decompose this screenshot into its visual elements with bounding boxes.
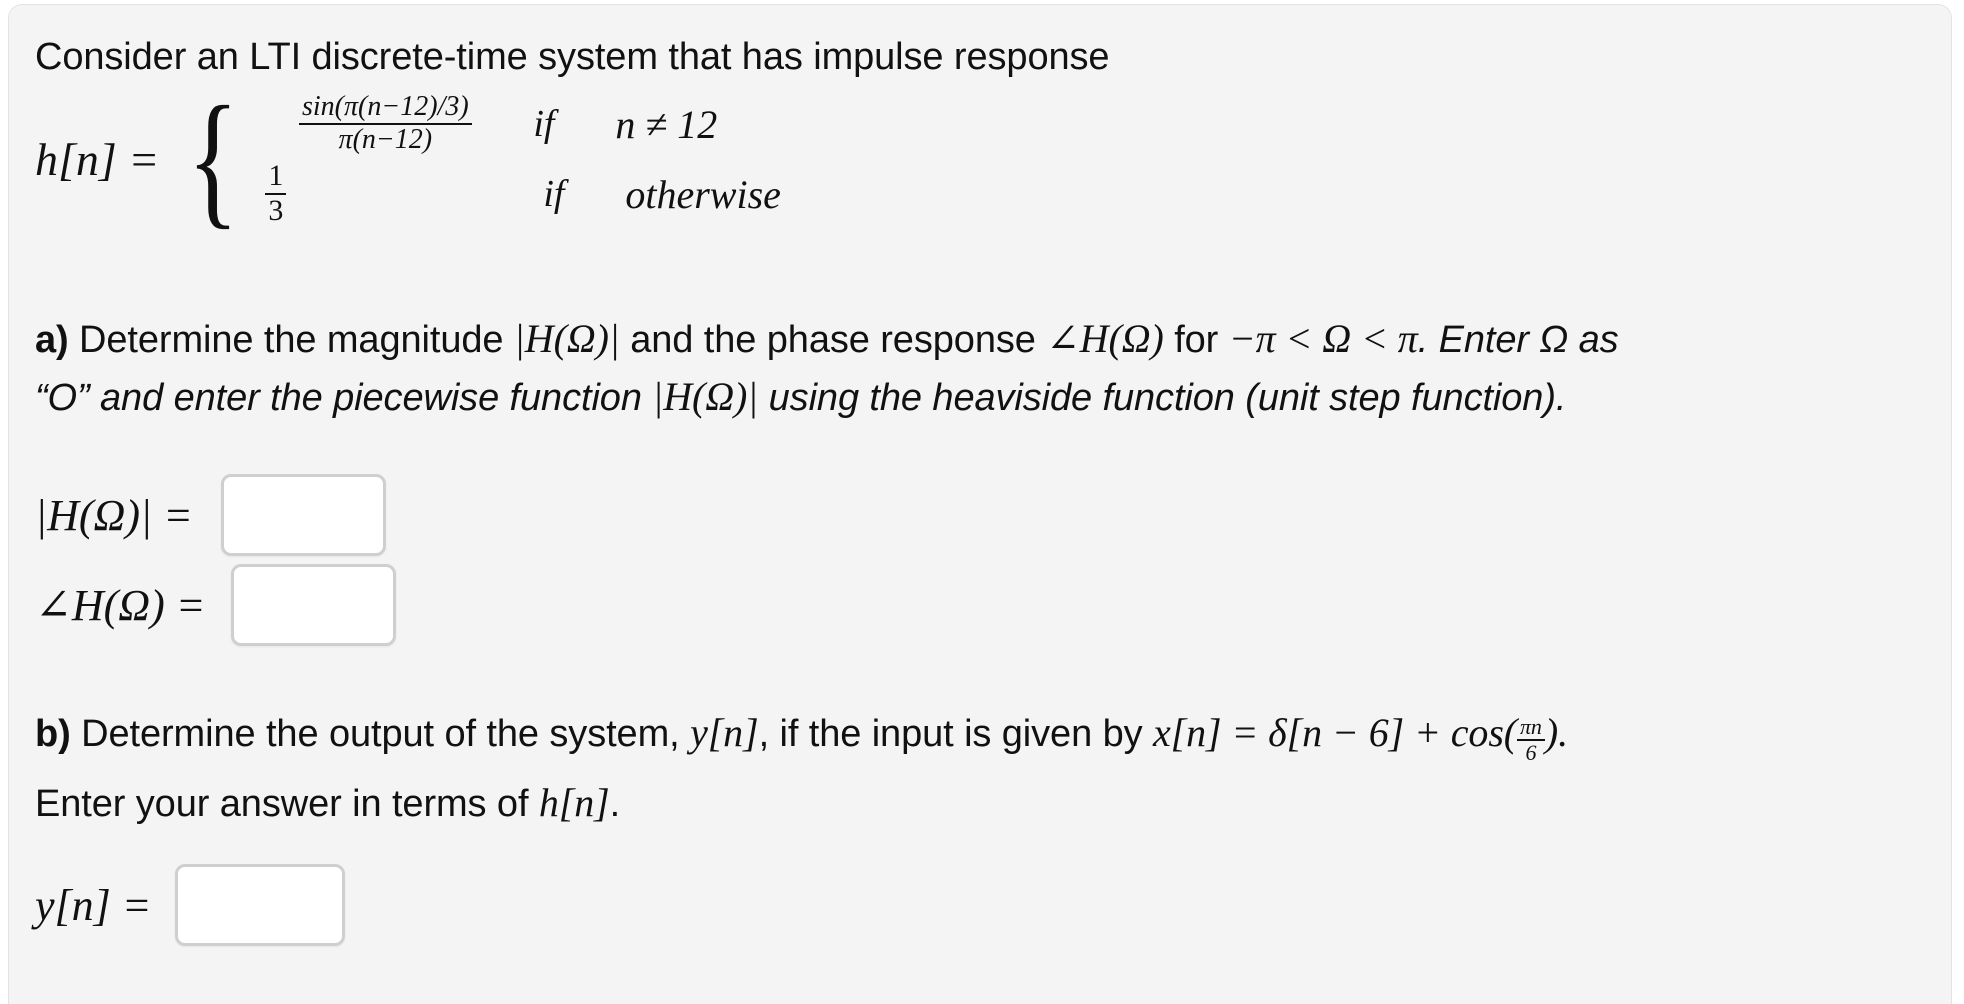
part-a-phase-symbol: ∠H(Ω) (1046, 316, 1164, 361)
part-a-line2-text-2: using the heaviside function (unit step … (758, 377, 1567, 419)
sinc-fraction: sin(π(n−12)/3) π(n−12) (299, 93, 472, 154)
magnitude-input[interactable] (220, 474, 386, 556)
phase-answer-label: ∠H(Ω) = (35, 580, 206, 630)
part-b-text-3: ). (1544, 710, 1568, 755)
part-b-input-expression: x[n] = δ[n − 6] + cos( (1152, 710, 1518, 755)
part-a-text-2: and the phase response (619, 319, 1047, 361)
part-b-text-1: Determine the output of the system, (70, 713, 691, 755)
impulse-response-equation: h[n] = { sin(π(n−12)/3) π(n−12) if n ≠ 1… (35, 76, 781, 242)
piecewise-case-1-value: sin(π(n−12)/3) π(n−12) (255, 93, 515, 154)
magnitude-answer-label: |H(Ω)| = (35, 490, 193, 540)
pi-n-over-six-fraction: πn 6 (1517, 713, 1545, 765)
part-a-magnitude-symbol: |H(Ω)| (513, 316, 620, 361)
output-input[interactable] (175, 864, 346, 946)
piecewise-cases: sin(π(n−12)/3) π(n−12) if n ≠ 12 1 3 if … (255, 89, 781, 229)
intro-sentence: Consider an LTI discrete-time system tha… (35, 36, 1110, 78)
one-third-denominator: 3 (268, 194, 284, 227)
part-a-text-3: for (1163, 319, 1229, 361)
pi-n-numerator: πn (1520, 713, 1542, 739)
piecewise-case-2-condition: otherwise (625, 171, 781, 217)
part-b-line2-text: Enter your answer in terms of (35, 783, 539, 825)
six-denominator: 6 (1525, 739, 1537, 765)
one-third-numerator: 1 (268, 159, 284, 193)
answer-row-output: y[n] = (35, 864, 346, 946)
page-root: Consider an LTI discrete-time system tha… (0, 0, 1964, 1004)
curly-brace-icon: { (187, 76, 240, 242)
part-b-line2-period: . (609, 783, 621, 825)
part-a-line2-magnitude-symbol: |H(Ω)| (652, 374, 759, 419)
phase-input[interactable] (231, 564, 397, 646)
piecewise-case-2-value: 1 3 (255, 161, 525, 226)
part-b-label: b) (35, 713, 71, 755)
impulse-response-lhs: h[n] = (35, 133, 160, 185)
part-a-omega-range: −π < Ω < π (1228, 316, 1418, 361)
output-answer-label: y[n] = (35, 880, 152, 930)
part-a-label: a) (35, 319, 69, 361)
part-b-text-2: , if the input is given by (758, 713, 1153, 755)
question-card: Consider an LTI discrete-time system tha… (8, 4, 1952, 1004)
answer-row-phase: ∠H(Ω) = (35, 564, 397, 646)
piecewise-case-1-condition: n ≠ 12 (615, 101, 718, 147)
part-a-line1: a) Determine the magnitude |H(Ω)| and th… (35, 313, 1619, 365)
part-b-impulse-symbol: h[n] (538, 780, 610, 825)
one-third-fraction: 1 3 (265, 159, 287, 227)
part-a-line2: “O” and enter the piecewise function |H(… (35, 371, 1566, 423)
part-b-output-symbol: y[n] (690, 710, 759, 755)
part-a-text-4: . Enter Ω as (1417, 319, 1619, 361)
part-a-text-1: Determine the magnitude (68, 319, 514, 361)
sinc-numerator: sin(π(n−12)/3) (302, 91, 469, 123)
part-b-line1: b) Determine the output of the system, y… (35, 707, 1568, 764)
part-b-line2: Enter your answer in terms of h[n]. (35, 777, 620, 829)
piecewise-case-1: sin(π(n−12)/3) π(n−12) if n ≠ 12 (255, 89, 781, 159)
piecewise-case-1-if: if (533, 103, 555, 145)
piecewise-case-2: 1 3 if otherwise (255, 159, 781, 229)
sinc-denominator: π(n−12) (338, 124, 433, 155)
piecewise-case-2-if: if (543, 173, 565, 215)
answer-row-magnitude: |H(Ω)| = (35, 474, 386, 556)
part-a-line2-text-1: “O” and enter the piecewise function (35, 377, 653, 419)
